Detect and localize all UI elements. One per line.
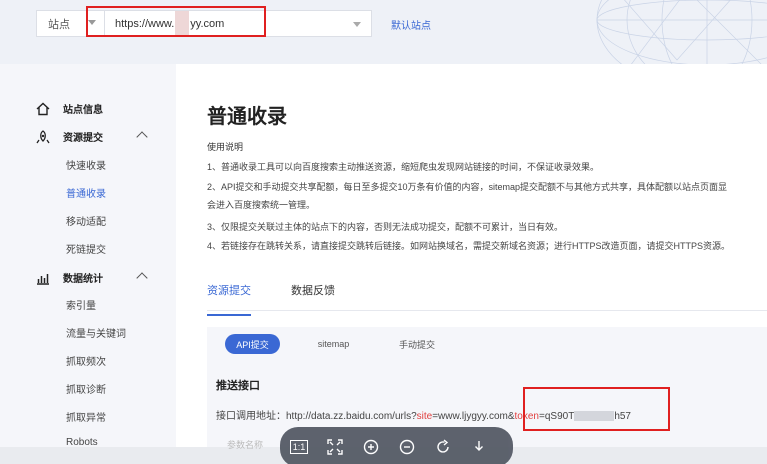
top-bar: 站点 https://www. yy.com 默认站点 (0, 0, 767, 64)
sidebar: 站点信息 资源提交 快速收录 普通收录 移动适配 死链提交 数据统计 索引量 流… (0, 64, 176, 464)
sidebar-item-traffic-keywords[interactable]: 流量与关键词 (66, 325, 126, 340)
default-site-link[interactable]: 默认站点 (391, 17, 431, 32)
actual-size-label: 1:1 (289, 440, 309, 454)
chart-icon (37, 273, 49, 285)
usage-line: 会进入百度搜索统一管理。 (207, 200, 316, 210)
usage-line: 3、仅限提交关联过主体的站点下的内容，否则无法成功提交，配额不可累计，当日有效。 (207, 222, 564, 232)
sidebar-item-quick-index[interactable]: 快速收录 (66, 157, 106, 172)
pill-sitemap[interactable]: sitemap (306, 334, 361, 354)
api-label: 接口调用地址： (216, 411, 286, 422)
rotate-icon (437, 439, 449, 453)
globe-decoration-icon (596, 0, 767, 64)
download-button[interactable] (468, 436, 490, 458)
chevron-up-icon[interactable] (136, 272, 148, 284)
usage-title: 使用说明 (207, 142, 244, 152)
zoom-in-button[interactable] (360, 436, 382, 458)
table-header-faint: 参数名称 (227, 440, 264, 450)
zoom-out-icon (399, 439, 415, 455)
tab-data-feedback[interactable]: 数据反馈 (291, 282, 335, 304)
submit-icon (36, 129, 50, 143)
sidebar-group-resource-submit[interactable]: 资源提交 (36, 129, 103, 144)
chevron-down-icon (353, 22, 361, 27)
sidebar-item-mobile-adapt[interactable]: 移动适配 (66, 213, 106, 228)
home-icon (36, 102, 50, 115)
zoom-out-button[interactable] (396, 436, 418, 458)
section-title: 推送接口 (216, 380, 260, 392)
sidebar-group-label: 数据统计 (63, 274, 103, 285)
sidebar-item-normal-index[interactable]: 普通收录 (66, 185, 106, 200)
sidebar-item-dead-link[interactable]: 死链提交 (66, 241, 106, 256)
api-url-part: =www.ljygyy.com& (432, 411, 515, 422)
rotate-button[interactable] (432, 436, 454, 458)
sidebar-group-site-info[interactable]: 站点信息 (36, 101, 103, 116)
pill-api-submit[interactable]: API提交 (225, 334, 280, 354)
highlight-box-url (86, 6, 266, 37)
main-content: 普通收录 使用说明 1、普通收录工具可以向百度搜索主动推送资源，缩短爬虫发现网站… (176, 64, 767, 464)
highlight-box-token (523, 387, 670, 431)
expand-icon (327, 439, 343, 455)
image-viewer-toolbar: 1:1 (280, 427, 513, 464)
page-title: 普通收录 (207, 106, 287, 128)
actual-size-button[interactable]: 1:1 (288, 436, 310, 458)
usage-line: 2、API提交和手动提交共享配额，每日至多提交10万条有价值的内容，sitema… (207, 182, 728, 192)
sidebar-group-label: 站点信息 (63, 105, 103, 116)
sidebar-item-crawl-diagnosis[interactable]: 抓取诊断 (66, 381, 106, 396)
zoom-in-icon (363, 439, 379, 455)
api-param-site: site (416, 411, 433, 422)
usage-line: 1、普通收录工具可以向百度搜索主动推送资源，缩短爬虫发现网站链接的时间，不保证收… (207, 162, 600, 172)
chevron-up-icon[interactable] (136, 131, 148, 143)
tab-resource-submit[interactable]: 资源提交 (207, 282, 251, 316)
download-icon (475, 441, 483, 451)
site-type-label: 站点 (48, 18, 70, 31)
sidebar-group-data-stats[interactable]: 数据统计 (36, 270, 103, 285)
pill-manual-submit[interactable]: 手动提交 (386, 334, 448, 354)
api-url-part: http://data.zz.baidu.com/urls? (286, 411, 417, 422)
sidebar-group-label: 资源提交 (63, 133, 103, 144)
fit-screen-button[interactable] (324, 436, 346, 458)
sidebar-item-crawl-errors[interactable]: 抓取异常 (66, 409, 106, 424)
sidebar-item-crawl-frequency[interactable]: 抓取频次 (66, 353, 106, 368)
tab-bar: 资源提交 数据反馈 (207, 282, 335, 316)
tab-divider (207, 310, 767, 311)
usage-line: 4、若链接存在跳转关系，请直接提交跳转后链接。如网站换域名，需提交新域名资源；进… (207, 241, 731, 251)
sidebar-item-index-volume[interactable]: 索引量 (66, 297, 96, 312)
